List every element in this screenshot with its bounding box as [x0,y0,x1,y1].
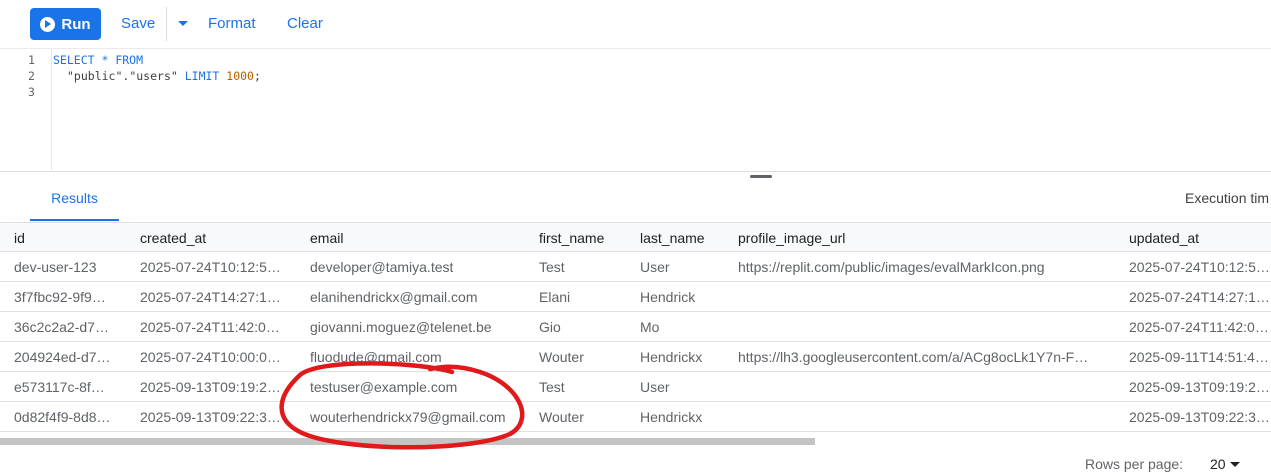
tab-results[interactable]: Results [30,176,119,221]
table-cell-email: fluodude@gmail.com [310,349,442,365]
table-cell-created-at: 2025-07-24T10:12:5… [140,259,281,275]
semicolon-token: ; [253,69,261,83]
table-cell-id: e573117c-8f… [14,379,105,395]
rows-per-page-label: Rows per page: [1085,456,1184,472]
table-cell-email: wouterhendrickx79@gmail.com [310,409,506,425]
code-line-2[interactable]: "public"."users" LIMIT 1000; [67,69,261,83]
table-cell-created-at: 2025-07-24T10:00:0… [140,349,281,365]
table-cell-updated-at: 2025-09-13T09:22:3… [1129,409,1270,425]
table-cell-last-name: User [640,259,670,275]
play-icon [40,16,56,32]
table-cell-email: testuser@example.com [310,379,458,395]
table-cell-first-name: Wouter [539,409,584,425]
table-token: "users" [129,69,178,83]
column-header-first-name[interactable]: first_name [539,230,604,246]
table-cell-id: 3f7fbc92-9f9… [14,289,106,305]
table-row[interactable]: 0d82f4f9-8d8… 2025-09-13T09:22:3… wouterhe… [0,402,1271,432]
save-button[interactable]: Save [121,15,155,32]
query-toolbar: Run Save Format Clear [0,0,1271,48]
table-cell-id: dev-user-123 [14,259,97,275]
table-cell-id: 204924ed-d7… [14,349,111,365]
run-button[interactable]: Run [30,8,101,40]
column-header-profile-image-url[interactable]: profile_image_url [738,230,845,246]
table-cell-created-at: 2025-09-13T09:19:2… [140,379,281,395]
table-cell-updated-at: 2025-07-24T14:27:1… [1129,289,1270,305]
table-cell-email: giovanni.moguez@telenet.be [310,319,492,335]
schema-token: "public" [67,69,123,83]
results-tabs: Results Execution tim [0,176,1271,222]
keyword-from: FROM [115,53,144,67]
column-header-created-at[interactable]: created_at [140,230,206,246]
table-cell-first-name: Elani [539,289,571,305]
line-number-gutter: 1 2 3 [0,49,52,172]
column-header-id[interactable]: id [14,230,25,246]
table-cell-updated-at: 2025-07-24T11:42:0… [1129,319,1269,335]
format-button[interactable]: Format [208,15,256,32]
table-row[interactable]: 36c2c2a2-d7… 2025-07-24T11:42:0… giovanni.… [0,312,1271,342]
sql-editor[interactable]: 1 2 3 SELECT * FROM "public"."users" LIM… [0,48,1271,172]
column-header-updated-at[interactable]: updated_at [1129,230,1199,246]
table-row[interactable]: dev-user-123 2025-07-24T10:12:5… developer… [0,252,1271,282]
line-number: 2 [28,69,35,83]
table-cell-id: 0d82f4f9-8d8… [14,409,111,425]
chevron-down-icon[interactable] [1230,462,1240,467]
table-header-row: id created_at email first_name last_name prof… [0,222,1271,252]
table-row[interactable]: 3f7fbc92-9f9… 2025-07-24T14:27:1… elanihen… [0,282,1271,312]
table-cell-profile-image-url: https://lh3.googleusercontent.com/a/ACg8… [738,349,1089,365]
table-cell-last-name: Hendrick [640,289,696,305]
run-label: Run [61,15,91,33]
horizontal-scrollbar[interactable] [0,438,815,445]
column-header-email[interactable]: email [310,230,343,246]
save-options-chevron-down-icon[interactable] [178,21,188,26]
table-cell-updated-at: 2025-07-24T10:12:5… [1129,259,1270,275]
table-cell-first-name: Gio [539,319,561,335]
rows-per-page-select[interactable]: 20 [1210,456,1226,472]
clear-button[interactable]: Clear [287,15,323,32]
table-cell-first-name: Test [539,259,565,275]
execution-time-label: Execution tim [1185,190,1270,206]
line-number: 1 [28,53,35,67]
table-cell-id: 36c2c2a2-d7… [14,319,109,335]
table-cell-profile-image-url: https://replit.com/public/images/evalMar… [738,259,1045,275]
table-cell-last-name: User [640,379,670,395]
limit-value: 1000 [226,69,254,83]
table-row[interactable]: 204924ed-d7… 2025-07-24T10:00:0… fluodude@… [0,342,1271,372]
table-cell-last-name: Hendrickx [640,349,703,365]
table-cell-updated-at: 2025-09-13T09:19:2… [1129,379,1270,395]
column-header-last-name[interactable]: last_name [640,230,705,246]
star-token: * [94,53,116,67]
keyword-select: SELECT [53,53,95,67]
code-line-1[interactable]: SELECT * FROM [53,53,143,67]
table-cell-first-name: Test [539,379,565,395]
line-number: 3 [28,85,35,99]
table-row[interactable]: e573117c-8f… 2025-09-13T09:19:2… testuser@… [0,372,1271,402]
toolbar-divider [166,7,167,41]
table-cell-last-name: Hendrickx [640,409,703,425]
table-cell-email: elanihendrickx@gmail.com [310,289,478,305]
table-cell-first-name: Wouter [539,349,584,365]
table-cell-last-name: Mo [640,319,660,335]
table-cell-updated-at: 2025-09-11T14:51:4… [1129,349,1269,365]
table-cell-created-at: 2025-09-13T09:22:3… [140,409,281,425]
table-cell-created-at: 2025-07-24T11:42:0… [140,319,280,335]
table-cell-created-at: 2025-07-24T14:27:1… [140,289,281,305]
keyword-limit: LIMIT [177,69,227,83]
table-cell-email: developer@tamiya.test [310,259,454,275]
